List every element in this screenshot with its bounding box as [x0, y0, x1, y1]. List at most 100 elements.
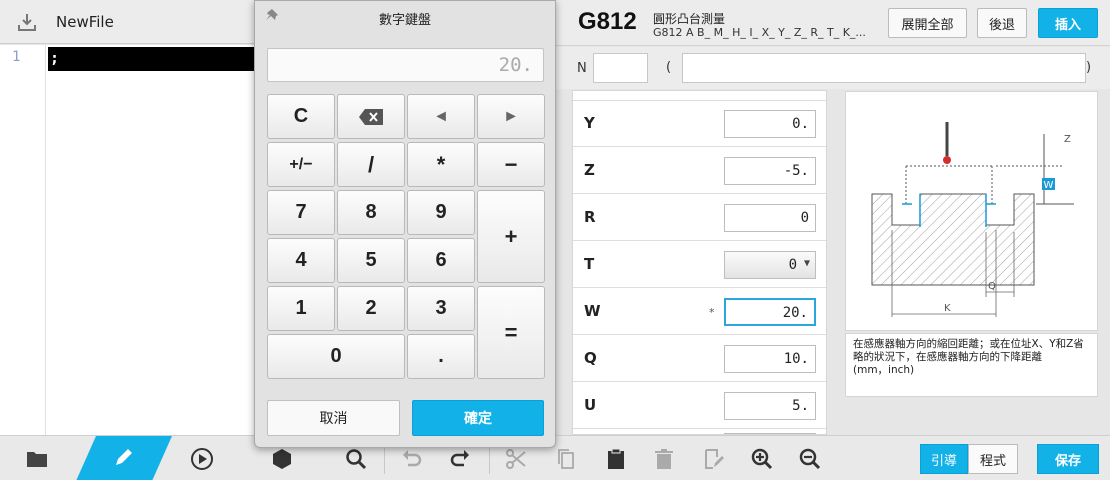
key-6[interactable]: 6 [407, 238, 475, 283]
param-w-input[interactable]: 20. [724, 298, 816, 326]
folder-icon [27, 451, 47, 467]
toolbar-divider [489, 444, 490, 474]
key-3[interactable]: 3 [407, 286, 475, 331]
confirm-button[interactable]: 確定 [412, 400, 544, 436]
zoom-in-icon [751, 448, 773, 469]
key-7[interactable]: 7 [267, 190, 335, 235]
edit-tab[interactable] [76, 436, 172, 480]
param-row-z: Z -5. [573, 148, 826, 194]
save-button[interactable]: 保存 [1037, 444, 1099, 474]
cube-icon [273, 448, 291, 469]
param-label: W [584, 302, 601, 320]
param-label: T [584, 255, 595, 273]
key-clear[interactable]: C [267, 94, 335, 139]
chevron-down-icon: ▼ [803, 258, 810, 269]
key-plus[interactable]: + [477, 190, 545, 283]
boss-measure-diagram: W Z Q K [845, 91, 1098, 331]
param-r-input[interactable]: 0 [724, 204, 816, 232]
param-row-w: W * 20. [573, 289, 826, 335]
file-name: NewFile [56, 12, 114, 31]
guide-mode-button[interactable]: 引導 [920, 444, 968, 474]
toolbar-divider [384, 444, 385, 474]
z-label: Z [1064, 134, 1071, 145]
key-4[interactable]: 4 [267, 238, 335, 283]
app-window: NewFile 1 ; G812 圓形凸台測量 G812 A B_ M_ H_ … [0, 0, 1110, 480]
run-button[interactable] [182, 436, 222, 480]
gcode-title: G812 [578, 8, 637, 35]
param-label: Q [584, 349, 597, 367]
param-label: U [584, 396, 597, 414]
key-1[interactable]: 1 [267, 286, 335, 331]
n-number-input[interactable] [593, 53, 648, 83]
comment-open-paren: ( [666, 60, 672, 75]
diagram-drawing: W Z Q K [871, 122, 1074, 317]
line-gutter: 1 [0, 45, 46, 435]
search-icon [346, 448, 367, 469]
code-line-text: ; [50, 49, 60, 67]
probe-tip [943, 156, 951, 164]
key-minus[interactable]: − [477, 142, 545, 187]
delete-button[interactable] [644, 436, 684, 480]
param-u-input[interactable]: 5. [724, 392, 816, 420]
key-0[interactable]: 0 [267, 334, 405, 379]
param-t-select[interactable]: 0 ▼ [724, 251, 816, 279]
gcode-signature: G812 A B_ M_ H_ I_ X_ Y_ Z_ R_ T_ K_... [653, 26, 866, 39]
block-row: N ( ) [556, 47, 1110, 89]
expand-all-button[interactable]: 展開全部 [888, 8, 967, 38]
scissors-icon [506, 448, 526, 469]
param-row-r: R 0 [573, 195, 826, 241]
edit-document-button[interactable] [694, 436, 734, 480]
select-value: 0 [788, 257, 797, 273]
insert-button[interactable]: 插入 [1038, 8, 1098, 38]
key-9[interactable]: 9 [407, 190, 475, 235]
param-y-input[interactable]: 0. [724, 110, 816, 138]
key-2[interactable]: 2 [337, 286, 405, 331]
param-row-u: U 5. [573, 383, 826, 429]
param-label: R [584, 208, 596, 226]
param-label: Y [584, 114, 595, 132]
description-text: 在感應器軸方向的縮回距離；或在位址X、Y和Z省略的狀況下，在感應器軸方向的下降距… [853, 338, 1084, 363]
key-equals[interactable]: = [477, 286, 545, 379]
key-backspace[interactable] [337, 94, 405, 139]
parameter-description: 在感應器軸方向的縮回距離；或在位址X、Y和Z省略的狀況下，在感應器軸方向的下降距… [845, 333, 1098, 397]
key-left[interactable]: ◄ [407, 94, 475, 139]
edit-document-icon [705, 448, 724, 469]
numeric-keypad-dialog: 數字鍵盤 20. C ◄ ► +/− / * − 7 8 9 + 4 5 6 1… [254, 0, 556, 448]
key-5[interactable]: 5 [337, 238, 405, 283]
comment-close-paren: ) [1086, 60, 1092, 75]
key-right[interactable]: ► [477, 94, 545, 139]
folder-button[interactable] [17, 436, 57, 480]
cancel-button[interactable]: 取消 [267, 400, 400, 436]
key-dot[interactable]: . [407, 334, 475, 379]
gcode-name: 圓形凸台測量 [653, 12, 726, 26]
required-marker: * [709, 306, 715, 319]
selected-code-line[interactable]: ; [48, 47, 256, 71]
zoom-out-icon [799, 448, 821, 469]
param-row-q: Q 10. [573, 336, 826, 382]
line-number: 1 [12, 49, 21, 65]
zoom-in-button[interactable] [742, 436, 782, 480]
keypad-title: 數字鍵盤 [378, 13, 431, 28]
param-q-input[interactable]: 10. [724, 345, 816, 373]
key-multiply[interactable]: * [407, 142, 475, 187]
description-units: (mm，inch) [853, 364, 915, 376]
param-row-y: Y 0. [573, 101, 826, 147]
n-label: N [577, 61, 587, 76]
download-icon[interactable] [16, 11, 38, 33]
key-divide[interactable]: / [337, 142, 405, 187]
key-sign[interactable]: +/− [267, 142, 335, 187]
k-label: K [944, 303, 951, 314]
comment-input[interactable] [682, 53, 1086, 83]
keypad-display[interactable]: 20. [267, 48, 544, 82]
cycle-header: G812 圓形凸台測量 G812 A B_ M_ H_ I_ X_ Y_ Z_ … [556, 0, 1110, 46]
code-editor[interactable]: 1 ; [0, 45, 256, 435]
param-z-input[interactable]: -5. [724, 157, 816, 185]
back-button[interactable]: 後退 [977, 8, 1027, 38]
paste-button[interactable] [596, 436, 636, 480]
play-circle-icon [191, 447, 213, 470]
zoom-out-button[interactable] [790, 436, 830, 480]
undo-icon [403, 449, 422, 466]
key-8[interactable]: 8 [337, 190, 405, 235]
program-mode-button[interactable]: 程式 [968, 444, 1018, 474]
parameter-list[interactable]: Y 0. Z -5. R 0 T 0 ▼ W * 20. Q 10. U 5. [572, 90, 827, 435]
